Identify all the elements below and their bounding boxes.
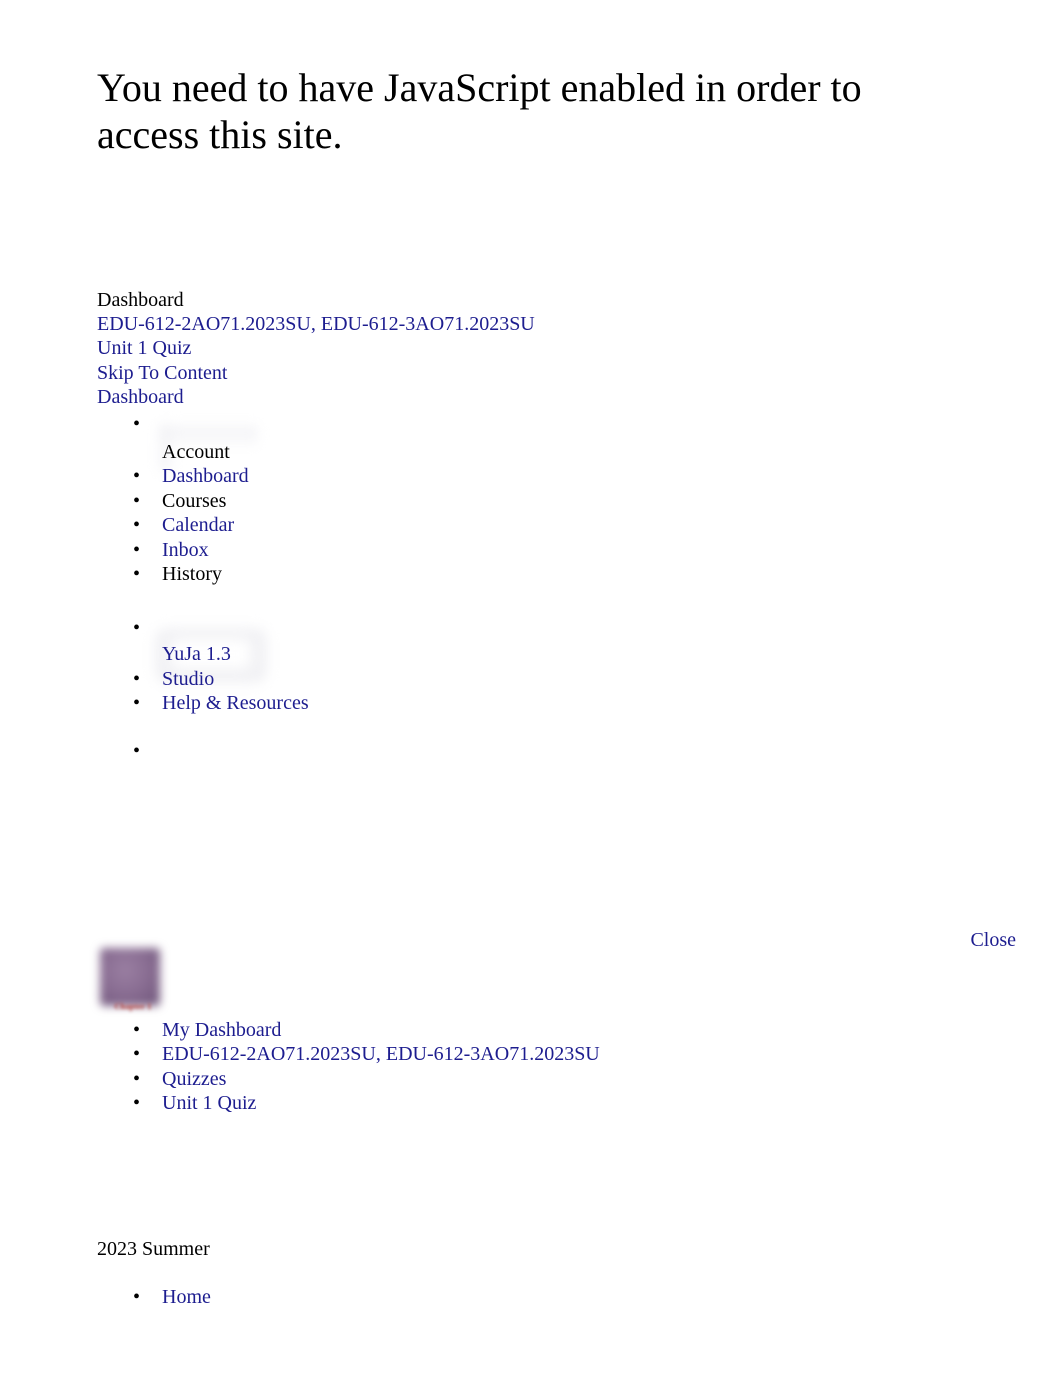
- page-root: You need to have JavaScript enabled in o…: [0, 0, 1062, 1377]
- skip-to-content-row: Skip To Content: [97, 361, 797, 385]
- course-card-thumbnail: Chapter 1: [97, 948, 163, 1020]
- course-nav-item-home[interactable]: Home: [97, 1285, 797, 1310]
- global-nav-item-dashboard[interactable]: Dashboard: [97, 464, 797, 489]
- course-term-label: 2023 Summer: [97, 1238, 210, 1260]
- course-nav-list: Home: [97, 1285, 797, 1310]
- breadcrumb-link-unit-1-quiz[interactable]: Unit 1 Quiz: [162, 1092, 256, 1114]
- close-tray-button[interactable]: Close: [970, 928, 1016, 952]
- breadcrumb: My Dashboard EDU-612-2AO71.2023SU, EDU-6…: [97, 1018, 917, 1116]
- course-nav-link-home[interactable]: Home: [162, 1286, 211, 1308]
- breadcrumb-item-my-dashboard[interactable]: My Dashboard: [97, 1018, 917, 1043]
- global-nav-item-yuja[interactable]: YuJa 1.3: [97, 616, 797, 666]
- global-nav-label-calendar[interactable]: Calendar: [162, 514, 234, 536]
- breadcrumb-link-course[interactable]: EDU-612-2AO71.2023SU, EDU-612-3AO71.2023…: [162, 1043, 600, 1065]
- top-dashboard-link-row: Dashboard: [97, 385, 797, 409]
- breadcrumb-link-my-dashboard[interactable]: My Dashboard: [162, 1019, 281, 1041]
- global-nav-item-inbox[interactable]: Inbox: [97, 538, 797, 563]
- top-page-label-row: Dashboard: [97, 288, 797, 312]
- top-page-label: Dashboard: [97, 289, 184, 311]
- course-thumbnail-caption: Chapter 1: [114, 1002, 152, 1011]
- top-quiz-link-row: Unit 1 Quiz: [97, 336, 797, 360]
- top-course-link[interactable]: EDU-612-2AO71.2023SU, EDU-612-3AO71.2023…: [97, 313, 535, 335]
- global-nav-item-history[interactable]: History: [97, 562, 797, 587]
- global-nav-item-empty[interactable]: [97, 739, 797, 764]
- breadcrumb-link-quizzes[interactable]: Quizzes: [162, 1068, 226, 1090]
- global-nav-item-studio[interactable]: Studio: [97, 667, 797, 692]
- course-thumbnail-image: [100, 948, 160, 1006]
- global-nav-label-account: Account: [162, 441, 230, 463]
- skip-to-content-link[interactable]: Skip To Content: [97, 362, 227, 384]
- noscript-warning-heading: You need to have JavaScript enabled in o…: [97, 65, 862, 157]
- global-nav-label-help[interactable]: Help & Resources: [162, 692, 309, 714]
- global-nav-label-history: History: [162, 563, 222, 586]
- global-nav-item-calendar[interactable]: Calendar: [97, 513, 797, 538]
- top-course-link-row: EDU-612-2AO71.2023SU, EDU-612-3AO71.2023…: [97, 312, 797, 336]
- breadcrumb-item-quizzes[interactable]: Quizzes: [97, 1067, 917, 1092]
- global-nav-label-inbox[interactable]: Inbox: [162, 539, 209, 561]
- global-nav-label-yuja[interactable]: YuJa 1.3: [162, 643, 231, 665]
- top-quiz-link[interactable]: Unit 1 Quiz: [97, 337, 191, 359]
- global-nav-label-studio[interactable]: Studio: [162, 668, 214, 690]
- top-dashboard-link[interactable]: Dashboard: [97, 386, 184, 408]
- breadcrumb-item-unit-1-quiz[interactable]: Unit 1 Quiz: [97, 1091, 917, 1116]
- breadcrumb-item-course[interactable]: EDU-612-2AO71.2023SU, EDU-612-3AO71.2023…: [97, 1042, 917, 1067]
- global-nav-item-courses[interactable]: Courses: [97, 489, 797, 514]
- global-nav-label-dashboard[interactable]: Dashboard: [162, 465, 249, 487]
- global-nav-item-account[interactable]: Account: [97, 412, 797, 464]
- global-nav-label-courses: Courses: [162, 489, 227, 512]
- top-link-stack: Dashboard EDU-612-2AO71.2023SU, EDU-612-…: [97, 288, 797, 409]
- global-nav-item-help[interactable]: Help & Resources: [97, 691, 797, 716]
- global-nav-list: Account Dashboard Courses Calendar Inbox…: [97, 412, 797, 763]
